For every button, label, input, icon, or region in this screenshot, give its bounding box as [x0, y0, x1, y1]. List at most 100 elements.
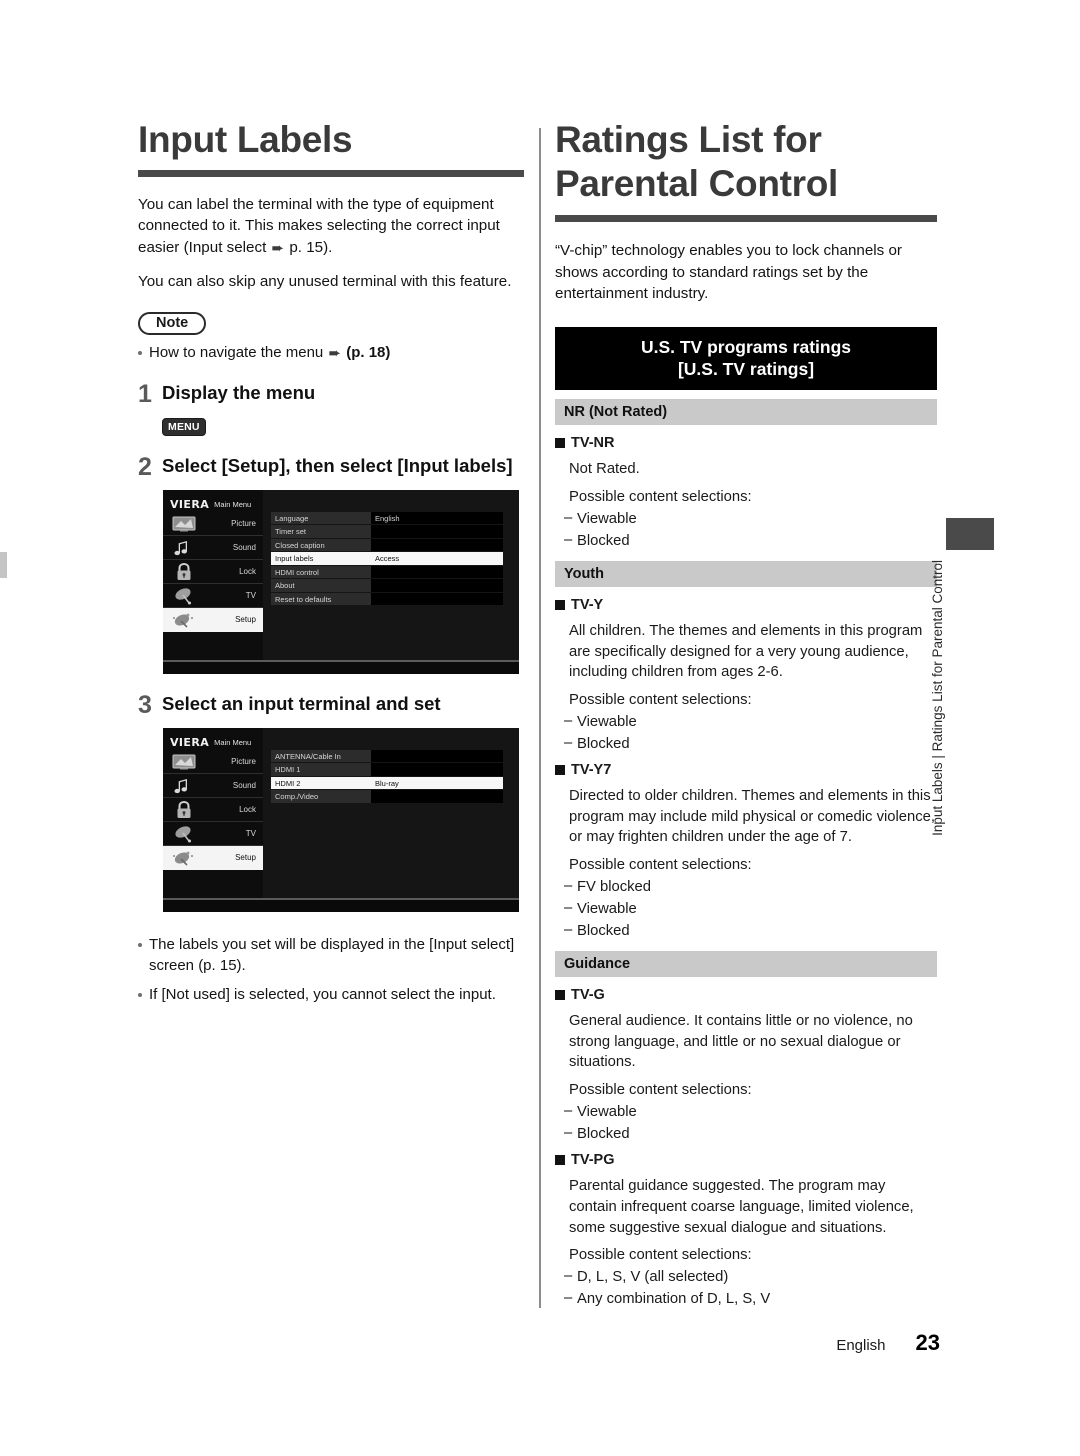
pcs-label-tv-nr: Possible content selections:	[569, 488, 752, 505]
pcs-label-tv-g: Possible content selections:	[569, 1082, 752, 1099]
tv-screen-icon	[171, 753, 197, 771]
tv-menu-row-selected[interactable]: Input labels Access	[271, 552, 503, 565]
tv-menu-row[interactable]: HDMI 1	[271, 763, 503, 776]
rating-block-tv-g: TV-G General audience. It contains littl…	[555, 987, 937, 1142]
intro-ref-1: p. 15).	[285, 238, 333, 256]
tv-row-value: English	[371, 511, 503, 525]
pcs-label-tv-pg: Possible content selections:	[569, 1247, 752, 1264]
left-column: Input Labels You can label the terminal …	[138, 118, 524, 1009]
tv-row-value	[371, 579, 503, 592]
tv-menu-row[interactable]: ANTENNA/Cable In	[271, 749, 503, 763]
rating-desc-tv-y7: Directed to older children. Themes and e…	[569, 787, 935, 846]
antenna-icon	[171, 587, 197, 605]
tv-sidebar-label-picture-1: Picture	[231, 518, 256, 528]
tv-sidebar-item-setup-1[interactable]: Setup	[163, 607, 263, 632]
rating-option: Viewable	[555, 510, 937, 527]
tv-menu-row[interactable]: HDMI control	[271, 565, 503, 579]
tv-menu-row[interactable]: Reset to defaults	[271, 592, 503, 606]
square-bullet-icon	[555, 764, 565, 775]
pcs-label-tv-y7: Possible content selections:	[569, 857, 752, 874]
tv-menu-row[interactable]: Language English	[271, 511, 503, 525]
us-tv-ratings-banner: U.S. TV programs ratings [U.S. TV rating…	[555, 327, 937, 391]
viera-logo-2: VIERA	[170, 735, 210, 749]
tv-row-label: HDMI 1	[275, 765, 301, 775]
tv-sidebar-item-tv-1[interactable]: TV	[163, 584, 263, 608]
banner-line-1: U.S. TV programs ratings	[640, 337, 852, 358]
tv-sidebar-label-sound-1: Sound	[232, 542, 256, 552]
rating-option: FV blocked	[555, 878, 937, 895]
tv-menu-screenshot-setup: VIERA Main Menu Picture Sound Lock TV Se…	[163, 489, 519, 674]
tv-row-value	[371, 749, 503, 763]
tv-sidebar-label-sound-2: Sound	[232, 780, 256, 790]
step-3-text: Select an input terminal and set	[162, 692, 441, 714]
ratings-title-line-1: Ratings List for	[555, 119, 822, 160]
tv-sidebar-item-setup-2[interactable]: Setup	[163, 845, 263, 870]
tv-row-label: Language	[275, 513, 309, 523]
tv-menu-row-selected[interactable]: HDMI 2 Blu-ray	[271, 776, 503, 790]
intro-paragraph-1: You can label the terminal with the type…	[138, 194, 524, 259]
tv-sidebar-label-setup-1: Setup	[235, 614, 256, 624]
tv-row-value	[371, 790, 503, 803]
square-bullet-icon	[555, 1155, 565, 1166]
tv-sidebar-item-lock-1[interactable]: Lock	[163, 560, 263, 584]
ratings-title-line-2: Parental Control	[555, 162, 839, 204]
tv-menu-row[interactable]: Closed caption	[271, 538, 503, 552]
section-heading-nr: NR (Not Rated)	[555, 399, 937, 426]
rating-option: Viewable	[555, 900, 937, 917]
viera-brand-2: VIERA Main Menu	[163, 728, 263, 750]
page-title-ratings-list: Ratings List for Parental Control	[555, 118, 937, 205]
tv-row-value: Access	[371, 552, 503, 565]
rating-option: D, L, S, V (all selected)	[555, 1268, 937, 1285]
rating-block-tv-pg: TV-PG Parental guidance suggested. The p…	[555, 1152, 937, 1307]
bottom-notes: The labels you set will be displayed in …	[138, 934, 524, 1005]
step-2-text: Select [Setup], then select [Input label…	[162, 454, 513, 476]
footer-page-number: 23	[915, 1330, 940, 1355]
tv-menu-list-2: ANTENNA/Cable In HDMI 1 HDMI 2 Blu-ray Co…	[263, 727, 519, 898]
tv-row-label: About	[275, 581, 295, 591]
tv-sidebar-item-sound-1[interactable]: Sound	[163, 536, 263, 560]
tv-row-value	[371, 565, 503, 579]
rating-desc-tv-nr: Not Rated.	[569, 461, 640, 478]
tv-sidebar-item-sound-2[interactable]: Sound	[163, 774, 263, 798]
page-footer: English 23	[836, 1330, 940, 1356]
side-tab-marker	[946, 518, 994, 550]
rating-label-tv-g: TV-G	[571, 987, 605, 1004]
tv-row-label: Timer set	[275, 527, 306, 537]
tv-sidebar-item-tv-2[interactable]: TV	[163, 822, 263, 846]
tv-menu-row[interactable]: About	[271, 579, 503, 592]
tv-menu-sidebar-1: VIERA Main Menu Picture Sound Lock TV Se…	[163, 489, 263, 660]
rating-option: Any combination of D, L, S, V	[555, 1290, 937, 1307]
title-rule-right	[555, 215, 937, 223]
main-menu-label-2: Main Menu	[214, 737, 252, 747]
tv-row-value	[371, 763, 503, 776]
section-heading-youth: Youth	[555, 560, 937, 587]
tv-menu-row[interactable]: Timer set	[271, 525, 503, 538]
rating-title-tv-g: TV-G	[555, 987, 937, 1003]
tv-sidebar-item-picture-2[interactable]: Picture	[163, 750, 263, 774]
viera-logo-1: VIERA	[170, 497, 210, 511]
tv-row-value: Blu-ray	[371, 776, 503, 790]
square-bullet-icon	[555, 599, 565, 610]
manual-page: Input Labels You can label the terminal …	[0, 0, 1080, 1456]
banner-line-2: [U.S. TV ratings]	[677, 359, 815, 380]
tv-row-label: Reset to defaults	[275, 594, 332, 604]
footer-language: English	[836, 1337, 886, 1354]
tv-menu-screenshot-input-labels: VIERA Main Menu Picture Sound Lock TV Se…	[163, 727, 519, 912]
music-note-icon	[171, 539, 197, 557]
section-heading-guidance: Guidance	[555, 951, 937, 978]
tv-row-label: HDMI control	[275, 567, 319, 577]
tv-sidebar-label-tv-1: Lock	[239, 566, 256, 576]
tv-sidebar-item-picture-1[interactable]: Picture	[163, 512, 263, 536]
column-divider	[539, 128, 541, 1308]
step-1-number: 1	[138, 379, 152, 408]
tv-sidebar-item-lock-2[interactable]: Lock	[163, 798, 263, 822]
tools-icon	[171, 849, 197, 867]
rating-option: Blocked	[555, 735, 937, 752]
rating-title-tv-nr: TV-NR	[555, 435, 937, 451]
tv-menu-sidebar-2: VIERA Main Menu Picture Sound Lock TV Se…	[163, 727, 263, 898]
rating-option: Viewable	[555, 713, 937, 730]
menu-button-key[interactable]: MENU	[162, 417, 206, 436]
tv-menu-row[interactable]: Comp./Video	[271, 790, 503, 803]
bottom-note-1: The labels you set will be displayed in …	[138, 934, 524, 976]
rating-block-tv-y: TV-Y All children. The themes and elemen…	[555, 597, 937, 752]
